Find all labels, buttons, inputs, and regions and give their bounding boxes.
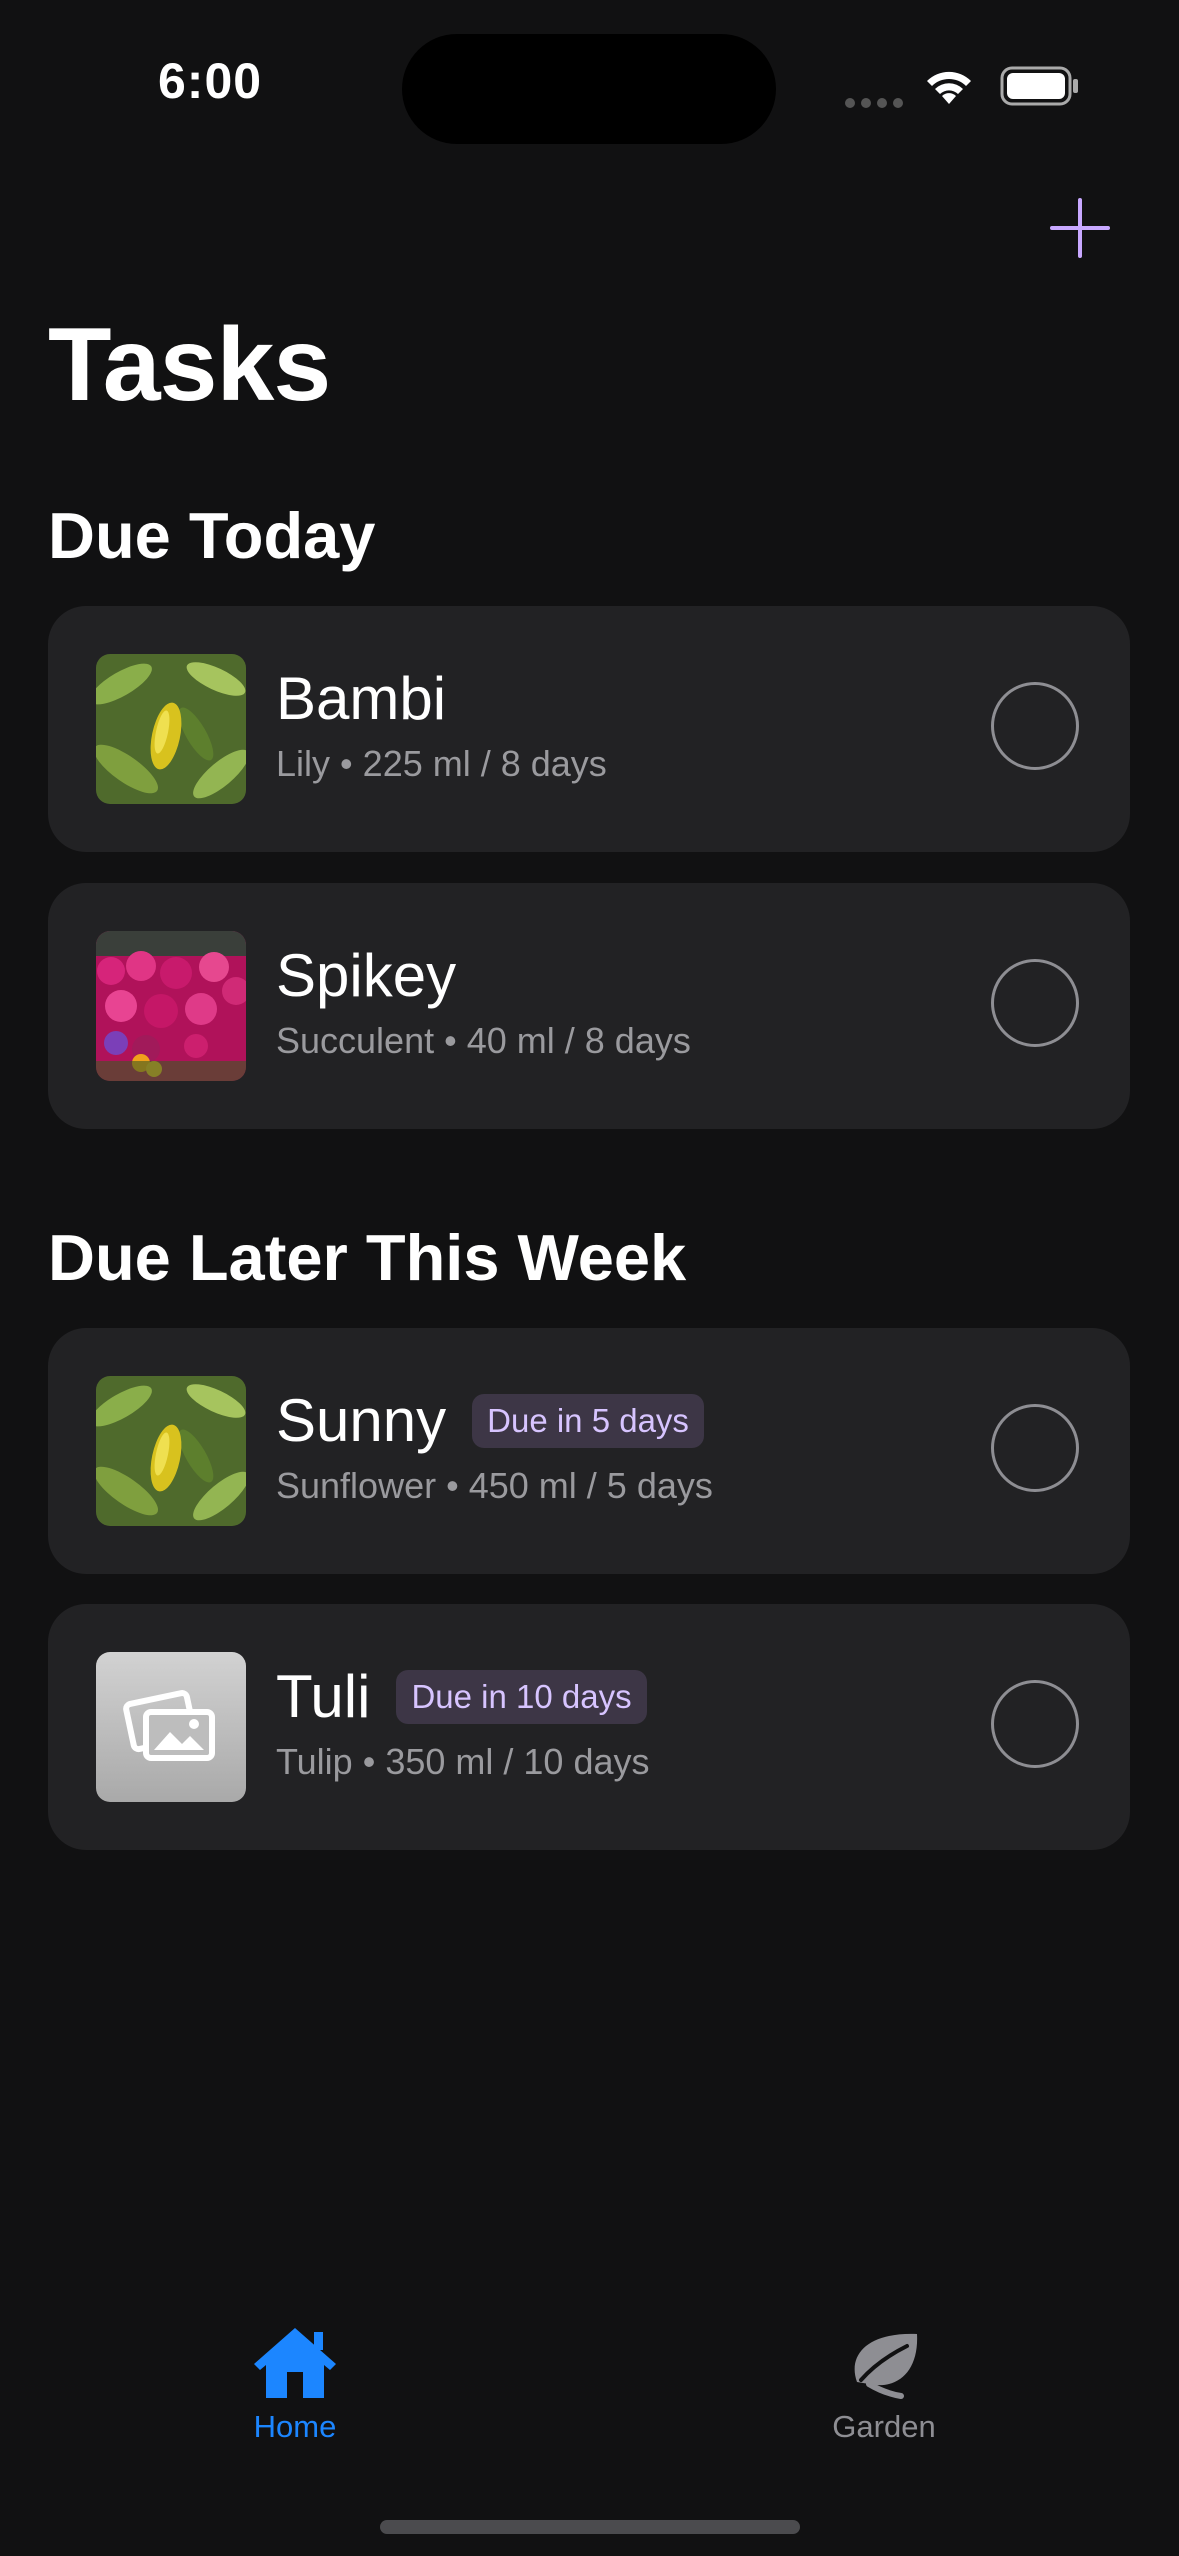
battery-icon [1000, 66, 1078, 106]
cellular-signal-icon [845, 95, 909, 113]
add-task-button[interactable] [1048, 196, 1112, 260]
house-icon [254, 2328, 336, 2398]
task-card-tuli[interactable]: Tuli Due in 10 days Tulip • 350 ml / 10 … [48, 1604, 1130, 1850]
due-badge: Due in 10 days [396, 1670, 647, 1724]
due-badge: Due in 5 days [472, 1394, 704, 1448]
dynamic-island [402, 34, 776, 144]
wifi-icon [927, 71, 971, 104]
tab-bar: Home Garden [0, 2300, 1179, 2556]
plant-name: Tuli [276, 1663, 371, 1730]
plant-thumbnail [96, 1376, 246, 1526]
section-title-due-today: Due Today [48, 499, 376, 572]
complete-task-checkbox[interactable] [991, 1404, 1079, 1492]
page-title: Tasks [48, 307, 331, 423]
complete-task-checkbox[interactable] [991, 1680, 1079, 1768]
status-time: 6:00 [158, 53, 263, 109]
tab-home-label: Home [253, 2409, 337, 2444]
plant-details: Sunflower • 450 ml / 5 days [276, 1465, 713, 1506]
plant-details: Lily • 225 ml / 8 days [276, 743, 607, 784]
status-bar: 6:00 [0, 0, 1179, 150]
plant-thumbnail [96, 931, 246, 1081]
home-indicator[interactable] [380, 2520, 800, 2534]
tab-garden-label: Garden [832, 2409, 936, 2444]
task-card-spikey[interactable]: Spikey Succulent • 40 ml / 8 days [48, 883, 1130, 1129]
placeholder-photo-icon [96, 1652, 246, 1802]
plant-thumbnail [96, 654, 246, 804]
section-title-due-later: Due Later This Week [48, 1221, 687, 1294]
tab-home[interactable]: Home [195, 2324, 395, 2445]
task-card-bambi[interactable]: Bambi Lily • 225 ml / 8 days [48, 606, 1130, 852]
task-card-sunny[interactable]: Sunny Due in 5 days Sunflower • 450 ml /… [48, 1328, 1130, 1574]
plant-name: Sunny [276, 1387, 447, 1454]
plus-icon [1050, 198, 1110, 258]
leaf-icon [854, 2333, 918, 2399]
plant-name: Spikey [276, 942, 457, 1009]
plant-details: Succulent • 40 ml / 8 days [276, 1020, 691, 1061]
complete-task-checkbox[interactable] [991, 959, 1079, 1047]
plant-name: Bambi [276, 665, 447, 732]
complete-task-checkbox[interactable] [991, 682, 1079, 770]
tab-garden[interactable]: Garden [784, 2324, 984, 2445]
plant-details: Tulip • 350 ml / 10 days [276, 1741, 650, 1782]
